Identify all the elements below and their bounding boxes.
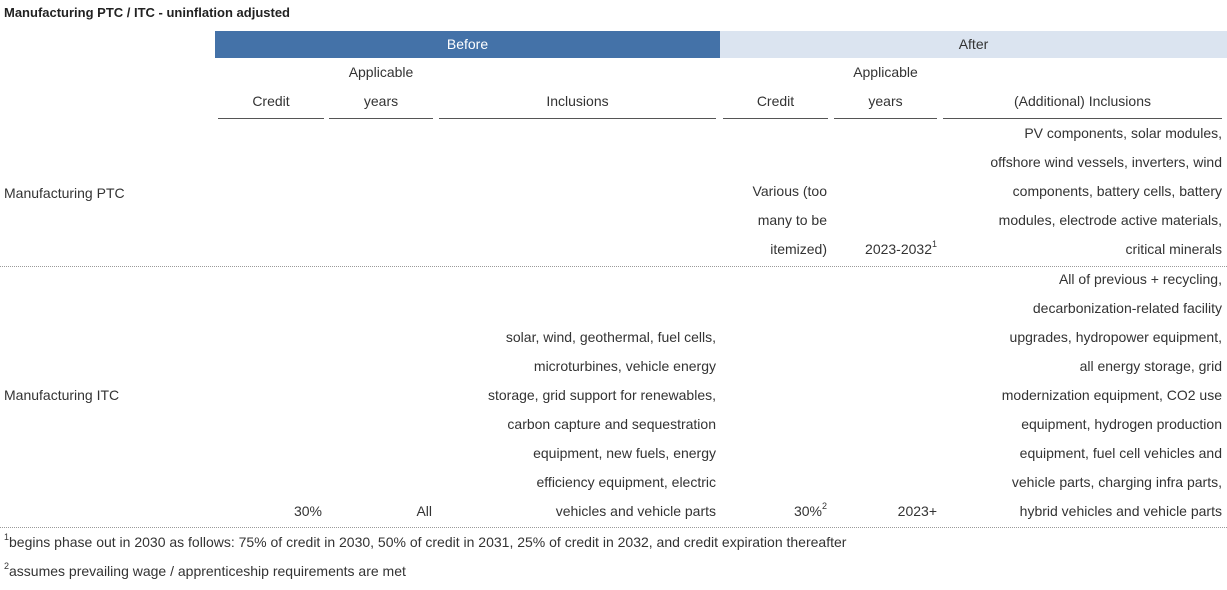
footnote-2: 2assumes prevailing wage / apprenticeshi… xyxy=(4,561,406,579)
row-label: Manufacturing PTC xyxy=(4,185,125,201)
before-credit-value: 30% xyxy=(293,503,322,519)
header-after-credit: Credit xyxy=(756,93,795,109)
before-years-value: All xyxy=(416,503,432,519)
after-inclusions-line: equipment, hydrogen production xyxy=(1021,416,1222,432)
footnote-mark: 1 xyxy=(4,532,10,543)
before-inclusions-line: vehicles and vehicle parts xyxy=(555,503,716,519)
after-inclusions-line: upgrades, hydropower equipment, xyxy=(1009,329,1222,345)
table-title: Manufacturing PTC / ITC - uninflation ad… xyxy=(4,5,290,20)
after-inclusions-line: All of previous + recycling, xyxy=(1058,271,1222,287)
header-after-years-line1: Applicable xyxy=(853,64,918,80)
before-inclusions-line: solar, wind, geothermal, fuel cells, xyxy=(505,329,716,345)
footnote-mark: 2 xyxy=(821,501,827,512)
after-credit-value: 30%2 xyxy=(793,501,827,519)
group-header-after: After xyxy=(720,31,1227,58)
header-underline xyxy=(439,118,716,119)
after-inclusions-line: offshore wind vessels, inverters, wind xyxy=(990,154,1222,170)
after-inclusions-line: components, battery cells, battery xyxy=(1012,183,1222,199)
footnote-1: 1begins phase out in 2030 as follows: 75… xyxy=(4,532,847,550)
header-before-credit: Credit xyxy=(252,93,290,109)
before-inclusions-line: storage, grid support for renewables, xyxy=(487,387,716,403)
before-inclusions-line: microturbines, vehicle energy xyxy=(533,358,716,374)
header-before-years-line2: years xyxy=(363,93,399,109)
after-inclusions-line: PV components, solar modules, xyxy=(1024,125,1222,141)
row-label: Manufacturing ITC xyxy=(4,387,120,403)
header-underline xyxy=(723,118,828,119)
before-inclusions-line: carbon capture and sequestration xyxy=(507,416,716,432)
header-underline xyxy=(329,118,433,119)
header-before-inclusions: Inclusions xyxy=(546,93,609,109)
after-inclusions-line: vehicle parts, charging infra parts, xyxy=(1011,474,1222,490)
after-inclusions-line: all energy storage, grid xyxy=(1079,358,1222,374)
header-underline xyxy=(218,118,324,119)
after-credit-line: itemized) xyxy=(770,241,827,257)
after-inclusions-line: decarbonization-related facility xyxy=(1032,300,1222,316)
before-inclusions-line: equipment, new fuels, energy xyxy=(533,445,716,461)
after-inclusions-line: critical minerals xyxy=(1125,241,1222,257)
after-inclusions-line: modernization equipment, CO2 use xyxy=(1001,387,1222,403)
header-after-inclusions: (Additional) Inclusions xyxy=(1014,93,1151,109)
before-inclusions-line: efficiency equipment, electric xyxy=(536,474,717,490)
after-inclusions-line: modules, electrode active materials, xyxy=(998,212,1222,228)
header-before-years-line1: Applicable xyxy=(348,64,414,80)
header-after-years-line2: years xyxy=(868,93,903,109)
group-header-before: Before xyxy=(215,31,720,58)
footnote-mark: 2 xyxy=(4,561,10,572)
after-inclusions-line: equipment, fuel cell vehicles and xyxy=(1019,445,1222,461)
after-credit-line: Various (too xyxy=(752,183,827,199)
after-credit-line: many to be xyxy=(757,212,827,228)
after-inclusions-line: hybrid vehicles and vehicle parts xyxy=(1019,503,1222,519)
